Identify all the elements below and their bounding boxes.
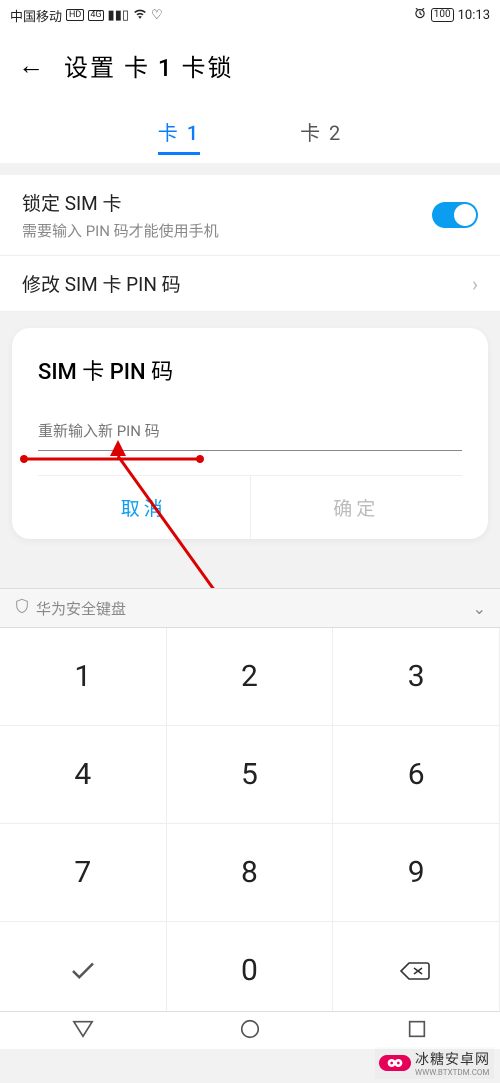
key-9[interactable]: 9	[333, 824, 500, 922]
wifi-icon	[133, 7, 147, 23]
numeric-keypad: 1 2 3 4 5 6 7 8 9 0	[0, 628, 500, 1020]
watermark-logo-icon	[379, 1055, 411, 1071]
watermark-text: 冰糖安卓网	[415, 1052, 490, 1068]
key-7[interactable]: 7	[0, 824, 167, 922]
key-8[interactable]: 8	[167, 824, 334, 922]
keyboard-toolbar: 华为安全键盘 ⌄	[0, 588, 500, 628]
key-1[interactable]: 1	[0, 628, 167, 726]
keyboard-collapse-button[interactable]: ⌄	[473, 599, 486, 618]
key-2[interactable]: 2	[167, 628, 334, 726]
carrier-label: 中国移动	[10, 6, 62, 25]
battery-icon: 100	[431, 8, 454, 22]
nav-home-button[interactable]	[239, 1018, 261, 1044]
key-3[interactable]: 3	[333, 628, 500, 726]
lock-sim-subtitle: 需要输入 PIN 码才能使用手机	[22, 220, 219, 241]
tab-sim2[interactable]: 卡 2	[300, 117, 342, 155]
signal-icon: ▮▮▯	[108, 8, 129, 23]
nav-recents-button[interactable]	[406, 1018, 428, 1044]
key-6[interactable]: 6	[333, 726, 500, 824]
dialog-title: SIM 卡 PIN 码	[38, 354, 462, 386]
cancel-button[interactable]: 取消	[38, 476, 251, 539]
tab-sim1[interactable]: 卡 1	[158, 117, 200, 155]
keyboard-label: 华为安全键盘	[36, 598, 126, 619]
chevron-right-icon: ›	[472, 272, 478, 296]
settings-list: 锁定 SIM 卡 需要输入 PIN 码才能使用手机 修改 SIM 卡 PIN 码…	[0, 175, 500, 312]
key-0[interactable]: 0	[167, 922, 334, 1020]
page-title: 设置 卡 1 卡锁	[64, 48, 234, 83]
sim-tabs: 卡 1 卡 2	[0, 93, 500, 163]
page-header: ← 设置 卡 1 卡锁	[0, 30, 500, 93]
pin-dialog: SIM 卡 PIN 码 取消 确定	[12, 328, 488, 539]
key-5[interactable]: 5	[167, 726, 334, 824]
key-4[interactable]: 4	[0, 726, 167, 824]
clock-label: 10:13	[458, 8, 490, 23]
ok-button[interactable]: 确定	[251, 476, 463, 539]
pin-input[interactable]	[38, 416, 462, 451]
shield-icon	[14, 598, 30, 618]
hd-icon: HD	[66, 9, 84, 21]
status-bar: 中国移动 HD 4G ▮▮▯ ♡ 100 10:13	[0, 0, 500, 30]
lock-sim-title: 锁定 SIM 卡	[22, 189, 219, 216]
lock-sim-row: 锁定 SIM 卡 需要输入 PIN 码才能使用手机	[0, 175, 500, 256]
back-button[interactable]: ←	[18, 50, 44, 81]
key-done[interactable]	[0, 922, 167, 1020]
nav-back-button[interactable]	[72, 1018, 94, 1044]
lock-sim-toggle[interactable]	[432, 202, 478, 228]
watermark: 冰糖安卓网 WWW.BTXTDM.COM	[375, 1047, 494, 1079]
key-backspace[interactable]	[333, 922, 500, 1020]
lte-icon: 4G	[88, 10, 103, 21]
health-icon: ♡	[151, 8, 163, 23]
change-pin-row[interactable]: 修改 SIM 卡 PIN 码 ›	[0, 256, 500, 312]
system-nav-bar	[0, 1011, 500, 1049]
change-pin-label: 修改 SIM 卡 PIN 码	[22, 270, 181, 297]
watermark-url: WWW.BTXTDM.COM	[415, 1069, 490, 1077]
alarm-icon	[413, 6, 427, 24]
